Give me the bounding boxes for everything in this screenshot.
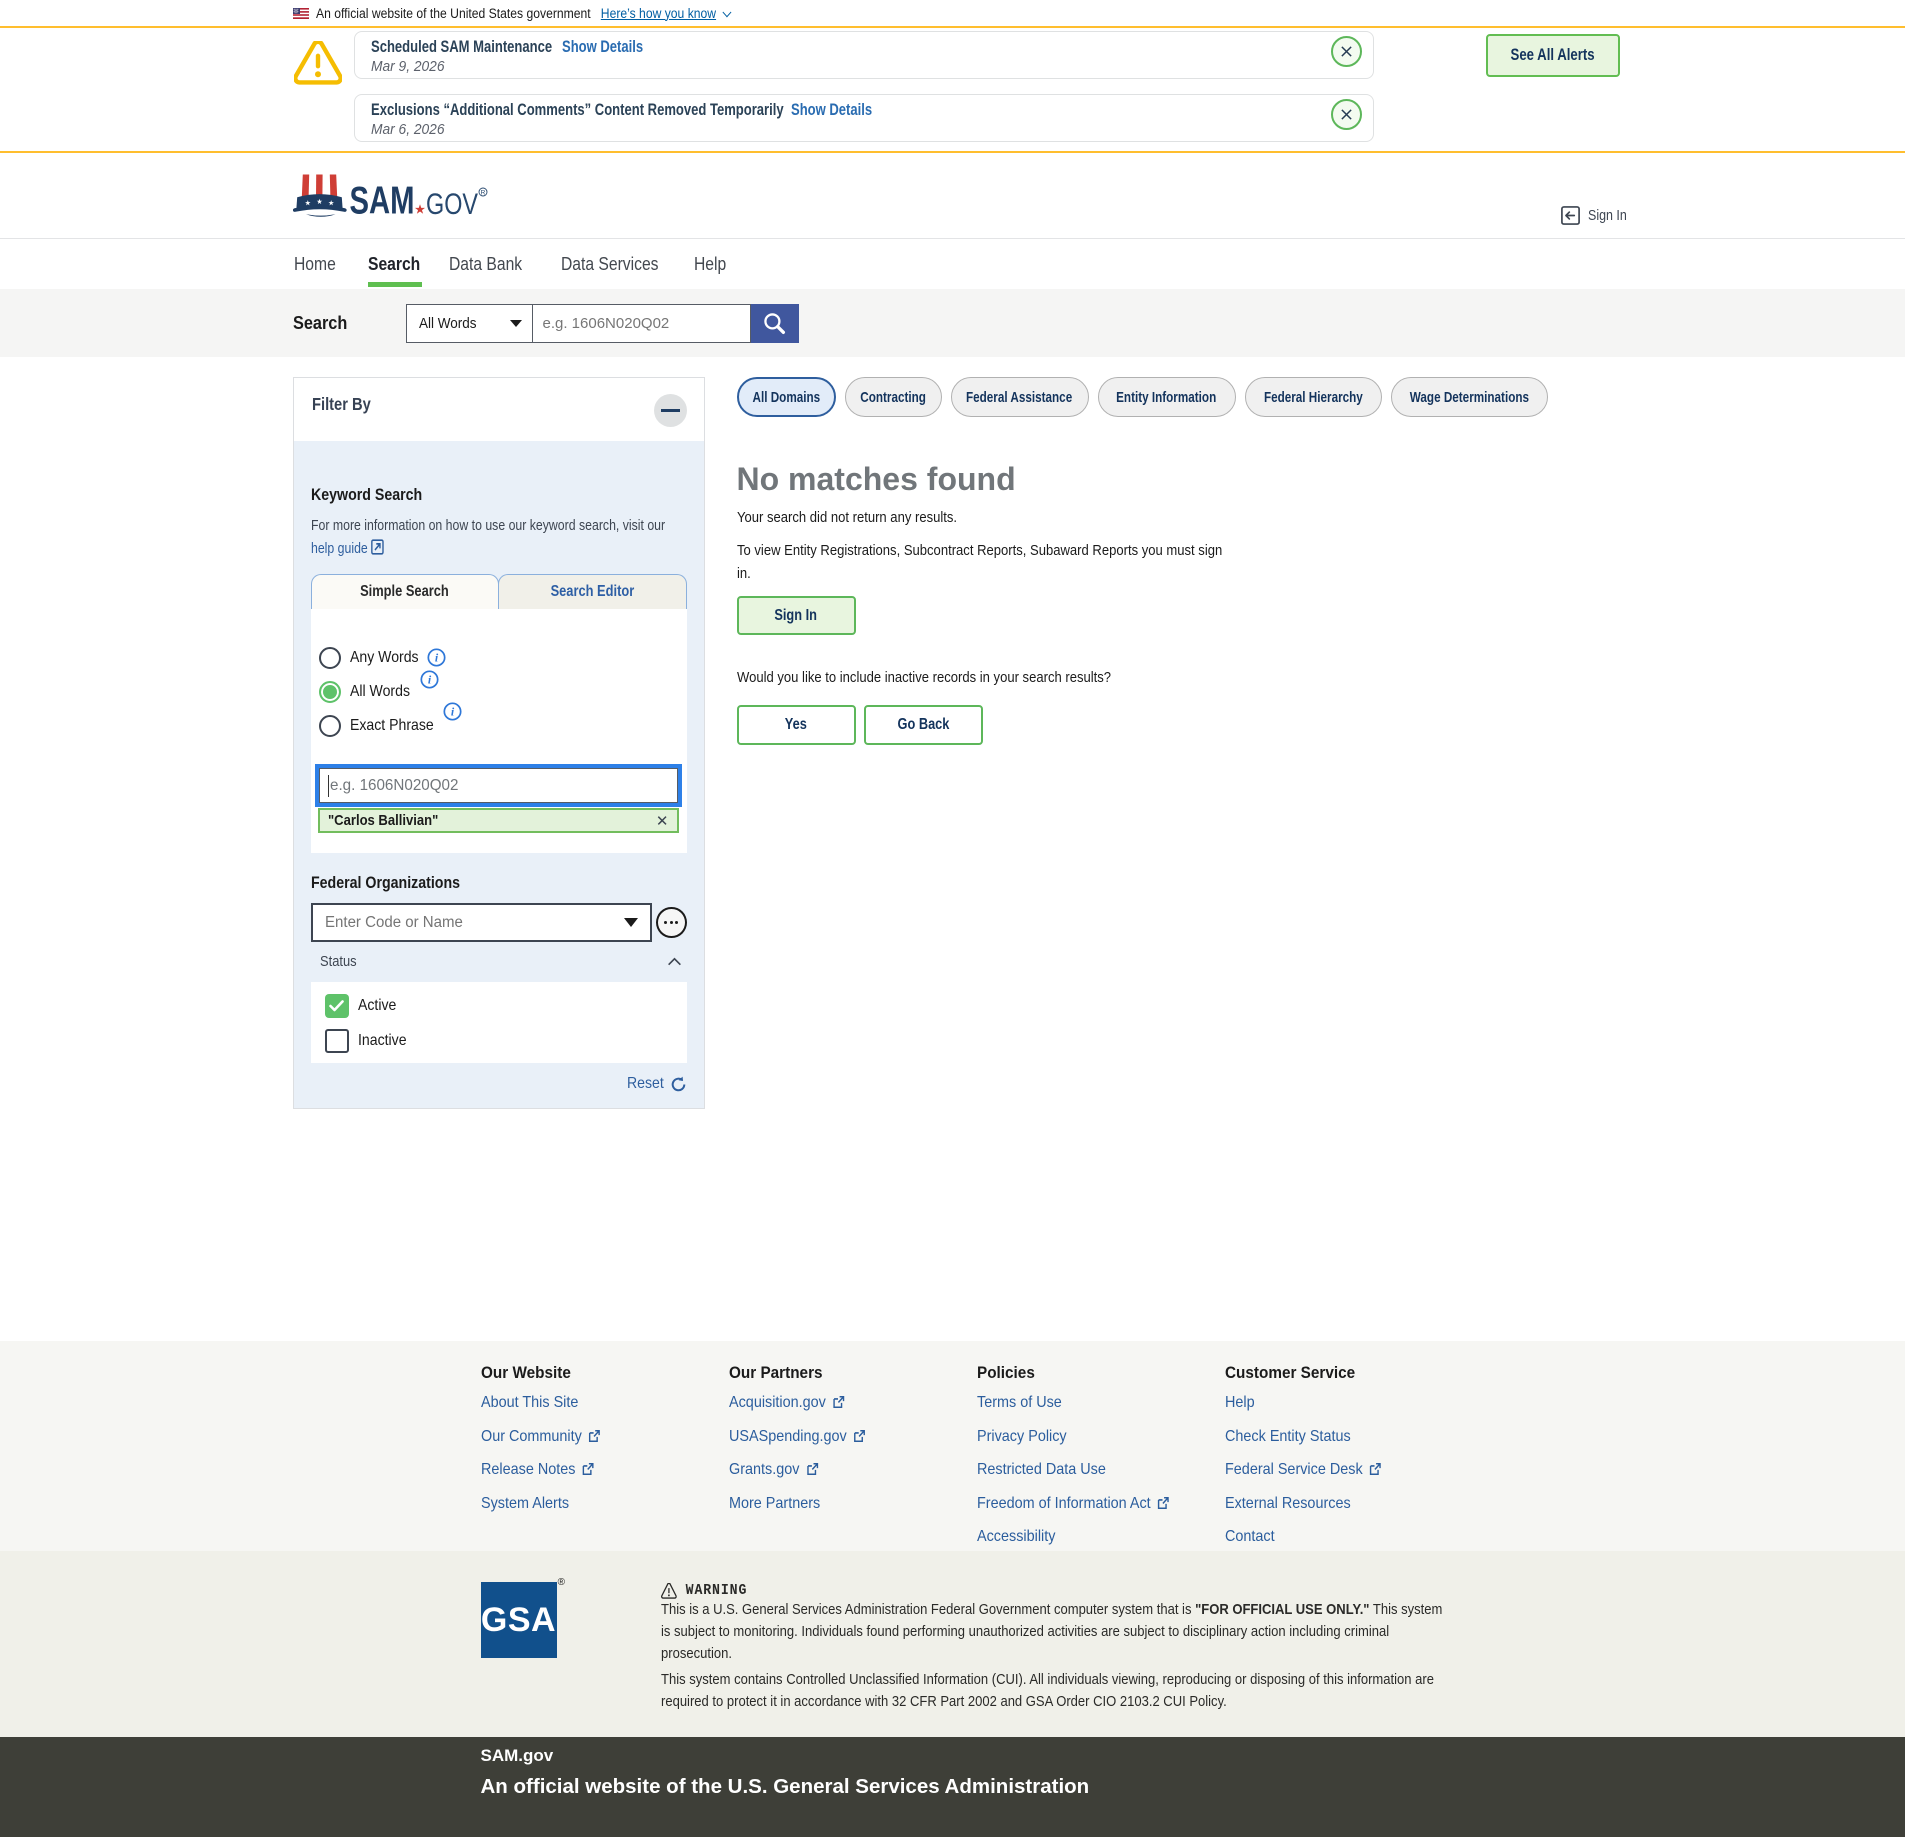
svg-text:i: i [434, 651, 438, 665]
svg-text:GOV: GOV [426, 188, 478, 220]
svg-text:i: i [450, 705, 454, 719]
svg-text:R: R [480, 190, 485, 197]
svg-text:i: i [427, 673, 431, 687]
svg-text:SAM: SAM [349, 180, 414, 221]
